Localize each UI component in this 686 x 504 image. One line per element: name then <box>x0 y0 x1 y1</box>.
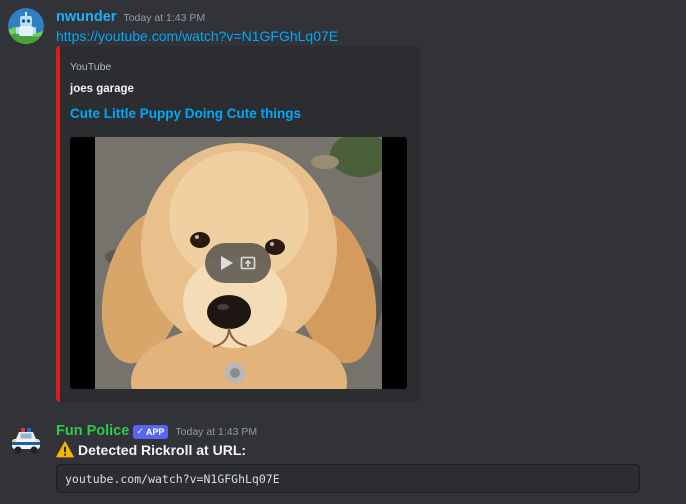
youtube-embed: YouTube joes garage Cute Little Puppy Do… <box>56 46 420 402</box>
warning-line: Detected Rickroll at URL: <box>56 441 246 458</box>
embed-author[interactable]: joes garage <box>70 83 134 95</box>
timestamp: Today at 1:43 PM <box>175 426 258 438</box>
message-header: Fun Police ✓ APP Today at 1:43 PM <box>56 423 257 440</box>
play-button[interactable] <box>205 243 271 283</box>
warning-text: Detected Rickroll at URL: <box>78 441 247 458</box>
app-badge-label: APP <box>145 426 165 437</box>
chat-messages: nwunder Today at 1:43 PM https://youtube… <box>0 0 686 504</box>
code-text: youtube.com/watch?v=N1GFGhLq07E <box>65 471 280 486</box>
username[interactable]: nwunder <box>56 9 116 25</box>
warning-icon <box>56 441 74 458</box>
robot-avatar-icon[interactable] <box>8 8 44 44</box>
play-icon[interactable] <box>220 255 234 271</box>
open-external-icon[interactable] <box>240 255 256 271</box>
message-header: nwunder Today at 1:43 PM <box>56 9 205 25</box>
timestamp: Today at 1:43 PM <box>123 12 206 24</box>
app-badge: ✓ APP <box>133 424 169 439</box>
embed-title-link[interactable]: Cute Little Puppy Doing Cute things <box>70 106 301 121</box>
checkmark-icon: ✓ <box>136 426 144 436</box>
code-block: youtube.com/watch?v=N1GFGhLq07E <box>56 464 640 493</box>
username[interactable]: Fun Police <box>56 423 129 439</box>
embed-provider[interactable]: YouTube <box>70 61 111 73</box>
embed-video-player[interactable] <box>70 137 407 389</box>
police-car-icon[interactable] <box>8 422 44 458</box>
message-link[interactable]: https://youtube.com/watch?v=N1GFGhLq07E <box>56 28 338 44</box>
